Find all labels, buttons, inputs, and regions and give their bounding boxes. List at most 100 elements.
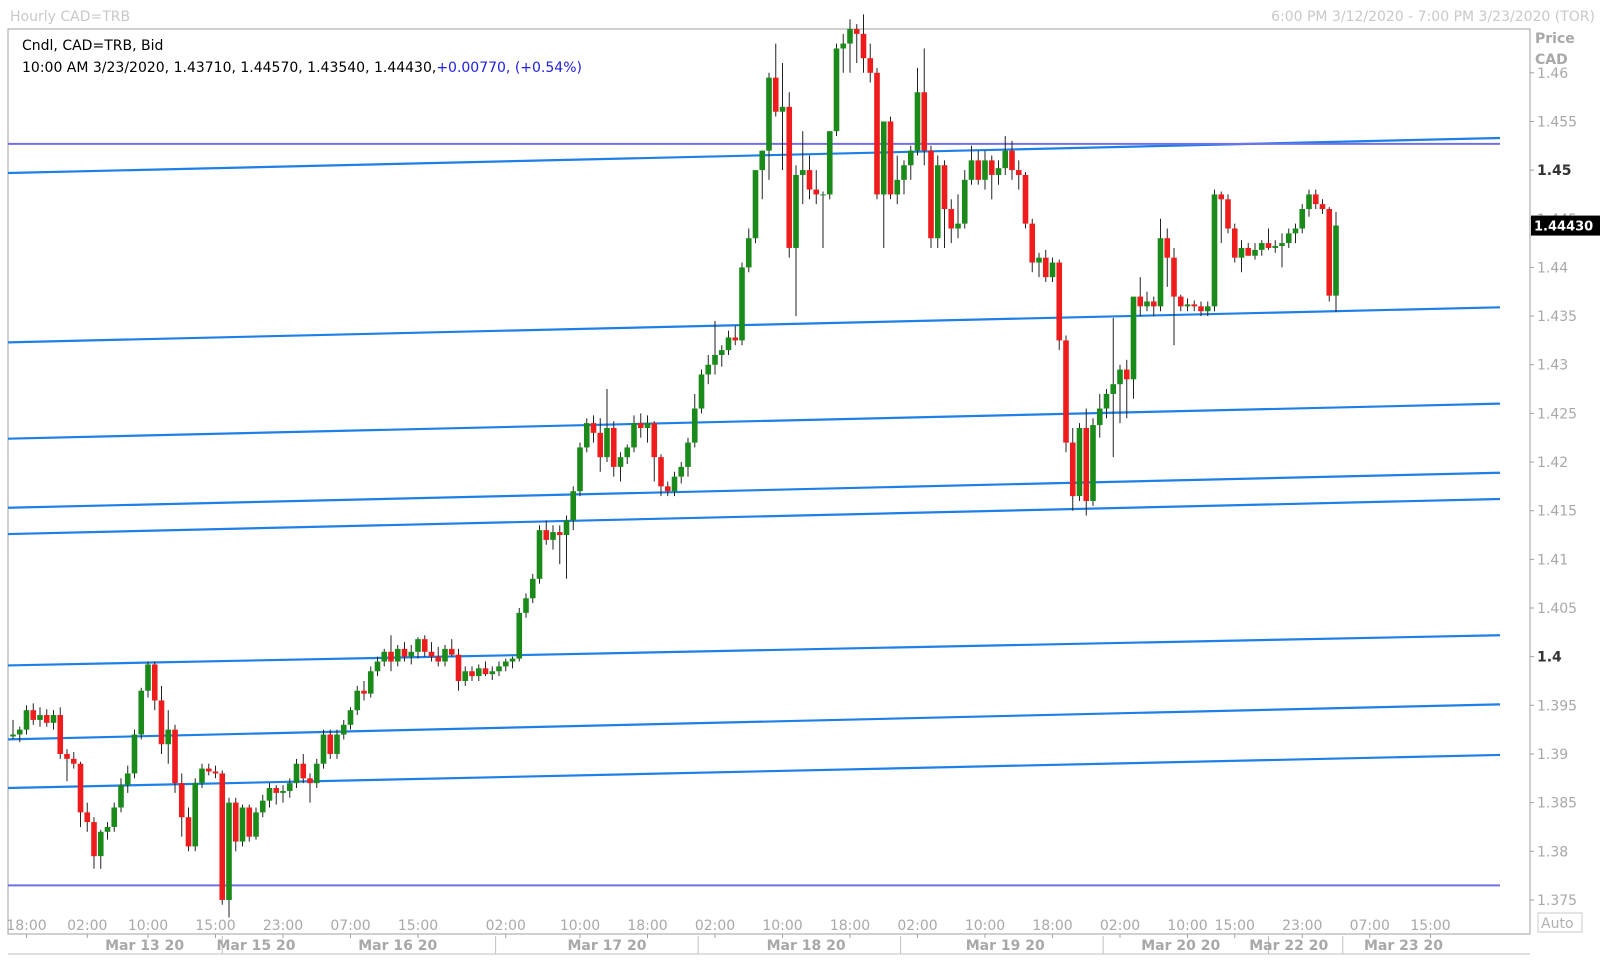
candle-body	[914, 92, 921, 151]
time-tick-label: 15:00	[398, 918, 438, 934]
candle-body	[772, 77, 779, 112]
candle-body	[327, 734, 334, 754]
candle-body	[293, 763, 300, 784]
candle-body	[1009, 150, 1015, 171]
candle-body	[1117, 369, 1123, 385]
candle-body	[340, 724, 347, 735]
legend-series: Cndl, CAD=TRB, Bid	[22, 38, 163, 54]
candle-body	[1252, 249, 1258, 256]
candle-body	[1272, 246, 1279, 248]
candle-body	[1042, 257, 1049, 278]
candle-body	[563, 520, 570, 536]
candle-body	[799, 170, 806, 175]
time-tick-label: 07:00	[1350, 918, 1390, 934]
candle-33	[226, 797, 232, 918]
candle-body	[118, 785, 124, 808]
candle-body	[509, 658, 516, 662]
candle-body	[253, 812, 259, 837]
candle-body	[145, 664, 151, 691]
candle-body	[442, 648, 448, 662]
candle-body	[732, 337, 739, 341]
price-tick-label: 1.45	[1537, 163, 1572, 179]
candle-103	[698, 369, 705, 414]
candle-body	[597, 432, 604, 458]
candle-body	[1029, 223, 1036, 263]
candle-body	[313, 763, 320, 784]
candle-body	[226, 802, 232, 900]
candle-body	[685, 442, 691, 467]
candle-body	[178, 783, 185, 818]
candle-body	[651, 423, 658, 458]
candle-body	[1285, 233, 1292, 244]
candle-156	[1056, 259, 1063, 351]
candle-body	[16, 729, 23, 735]
candle-body	[1319, 204, 1326, 210]
candle-body	[1144, 301, 1150, 307]
candle-138	[934, 155, 941, 248]
candle-body	[151, 664, 158, 701]
candle-body	[1333, 225, 1339, 296]
price-tick-label: 1.42	[1537, 455, 1568, 471]
candle-body	[1171, 257, 1177, 297]
candle-body	[1130, 296, 1137, 380]
candle-181	[1225, 194, 1231, 234]
time-tick-label: 10:00	[128, 918, 168, 934]
candle-body	[1279, 243, 1285, 247]
candle-body	[529, 578, 536, 599]
price-axis-title-price: Price	[1535, 31, 1575, 47]
candle-body	[232, 802, 239, 842]
candle-body	[550, 532, 556, 540]
candle-109	[739, 262, 745, 346]
time-tick-label: 15:00	[1215, 918, 1255, 934]
candle-body	[43, 715, 50, 723]
candle-body	[1231, 228, 1238, 258]
candle-36	[246, 804, 253, 842]
candle-123	[833, 43, 840, 137]
candle-body	[1225, 199, 1231, 229]
time-tick-label: 18:00	[830, 918, 870, 934]
time-tick-label: 23:00	[1282, 918, 1322, 934]
candle-body	[1204, 306, 1211, 312]
candle-body	[766, 77, 772, 151]
candle-body	[570, 491, 577, 521]
candle-body	[1063, 340, 1069, 443]
candle-body	[1096, 408, 1103, 426]
candle-body	[111, 807, 118, 827]
candle-159	[1076, 423, 1083, 501]
candle-body	[982, 160, 988, 180]
candle-body	[1245, 247, 1252, 256]
date-label: Mar 19 20	[966, 938, 1045, 954]
price-tick-label: 1.375	[1537, 893, 1577, 909]
candle-body	[1326, 209, 1333, 296]
candle-body	[205, 768, 212, 772]
candle-body	[10, 734, 16, 737]
candle-body	[489, 671, 496, 675]
candle-body	[361, 690, 367, 694]
candle-body	[948, 209, 955, 229]
price-tick-label: 1.43	[1537, 358, 1568, 374]
candle-body	[833, 48, 840, 132]
candle-body	[928, 150, 934, 239]
candle-body	[77, 763, 84, 813]
price-chart[interactable]: Hourly CAD=TRB 6:00 PM 3/12/2020 - 7:00 …	[0, 0, 1600, 977]
time-tick-label: 18:00	[1032, 918, 1072, 934]
candle-body	[1015, 170, 1022, 175]
time-tick-label: 02:00	[1100, 918, 1140, 934]
candle-body	[516, 612, 523, 659]
candle-body	[1123, 369, 1130, 380]
candle-body	[1238, 247, 1245, 258]
candle-body	[880, 121, 887, 195]
candle-body	[759, 150, 766, 171]
candle-body	[502, 661, 509, 667]
time-tick-label: 10:00	[965, 918, 1005, 934]
candle-body	[374, 661, 381, 672]
time-tick-label: 02:00	[486, 918, 526, 934]
candle-body	[712, 354, 718, 365]
candle-body	[995, 168, 1002, 175]
price-tick-label: 1.41	[1537, 552, 1568, 568]
price-tick-label: 1.39	[1537, 747, 1568, 763]
candle-76	[516, 608, 523, 662]
candle-28	[192, 778, 199, 852]
candle-body	[1157, 238, 1164, 307]
candle-body	[482, 668, 489, 675]
